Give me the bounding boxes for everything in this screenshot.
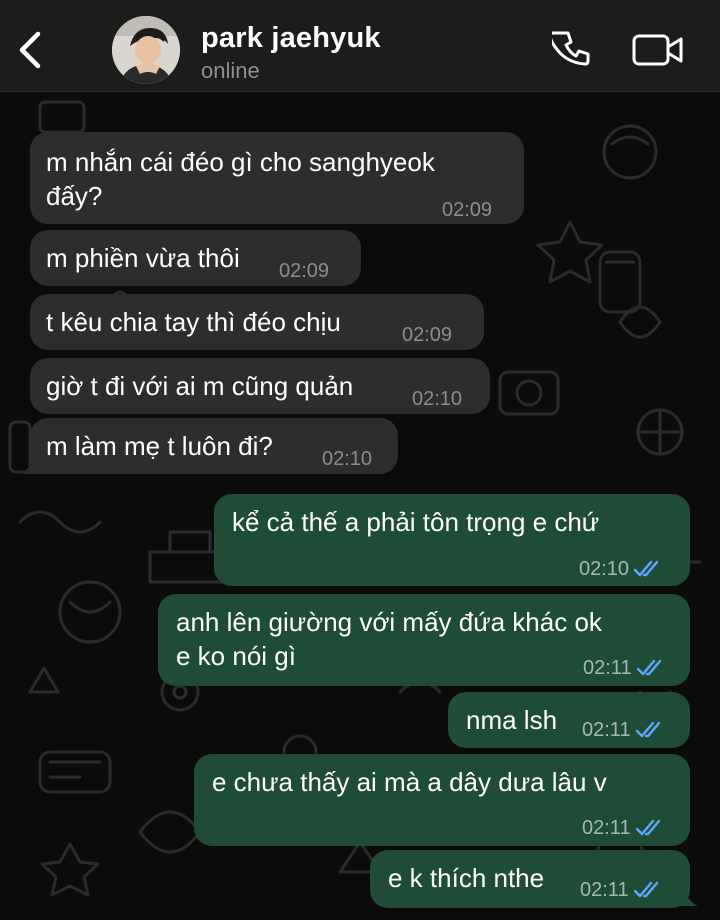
message-time: 02:10 <box>322 448 373 470</box>
incoming-message[interactable]: giờ t đi với ai m cũng quản 02:10 <box>30 358 490 414</box>
message-text: m phiền vừa thôi <box>46 243 240 273</box>
incoming-message[interactable]: m làm mẹ t luôn đi? 02:10 <box>30 418 398 474</box>
contact-status: online <box>201 58 260 83</box>
outgoing-message[interactable]: kể cả thế a phải tôn trọng e chứ 02:10 <box>214 494 690 586</box>
double-check-icon <box>635 721 660 738</box>
message-text: e chưa thấy ai mà a dây dưa lâu v <box>212 767 607 797</box>
message-text: m nhắn cái đéo gì cho sanghyeok <box>46 147 435 177</box>
message-text: e ko nói gì <box>176 641 296 671</box>
chat-screen: park jaehyuk online m nhắn cái đéo gì ch… <box>0 0 720 920</box>
incoming-message[interactable]: m nhắn cái đéo gì cho sanghyeok đấy? 02:… <box>30 132 524 224</box>
message-time: 02:09 <box>402 324 453 346</box>
message-time: 02:09 <box>279 260 330 282</box>
outgoing-message[interactable]: e k thích nthe 02:11 <box>370 850 690 908</box>
video-camera-icon <box>632 34 683 66</box>
message-time: 02:11 <box>582 817 631 839</box>
message-text: nma lsh <box>466 705 558 735</box>
contact-avatar[interactable] <box>112 16 180 84</box>
message-time: 02:10 <box>579 558 630 580</box>
message-text: giờ t đi với ai m cũng quản <box>46 371 354 401</box>
message-time: 02:11 <box>582 719 631 741</box>
message-text: kể cả thế a phải tôn trọng e chứ <box>232 507 600 537</box>
message-status: 02:10 <box>579 553 663 585</box>
outgoing-message[interactable]: e chưa thấy ai mà a dây dưa lâu v 02:11 <box>194 754 690 846</box>
outgoing-message[interactable]: nma lsh 02:11 <box>448 692 690 748</box>
chevron-left-icon <box>19 31 41 69</box>
contact-name[interactable]: park jaehyuk <box>201 22 381 55</box>
message-text: anh lên giường với mấy đứa khác ok <box>176 607 602 637</box>
video-call-button[interactable] <box>632 33 684 67</box>
message-status: 02:11 <box>582 714 665 746</box>
double-check-icon <box>635 819 660 836</box>
message-status: 02:11 <box>582 812 665 844</box>
avatar-photo <box>112 16 180 84</box>
message-time: 02:10 <box>412 388 463 410</box>
bubble-tail <box>676 888 698 906</box>
message-text: đấy? <box>46 181 103 211</box>
phone-icon <box>548 31 590 66</box>
message-time: 02:11 <box>583 657 632 679</box>
message-text: e k thích nthe <box>388 863 545 893</box>
double-check-icon <box>636 659 661 676</box>
double-check-icon <box>633 881 658 898</box>
message-time: 02:09 <box>442 199 493 221</box>
back-button[interactable] <box>14 28 50 72</box>
message-text: m làm mẹ t luôn đi? <box>46 431 273 461</box>
message-list[interactable]: m nhắn cái đéo gì cho sanghyeok đấy? 02:… <box>0 92 720 920</box>
message-time: 02:11 <box>580 879 629 901</box>
double-check-icon <box>633 560 659 577</box>
chat-header: park jaehyuk online <box>0 0 720 92</box>
message-status: 02:11 <box>580 874 663 906</box>
message-text: t kêu chia tay thì đéo chịu <box>46 307 341 337</box>
message-status: 02:11 <box>583 652 666 684</box>
incoming-message[interactable]: m phiền vừa thôi 02:09 <box>30 230 361 286</box>
voice-call-button[interactable] <box>548 29 592 69</box>
outgoing-message[interactable]: anh lên giường với mấy đứa khác ok e ko … <box>158 594 690 686</box>
bubble-tail <box>22 456 44 474</box>
incoming-message[interactable]: t kêu chia tay thì đéo chịu 02:09 <box>30 294 484 350</box>
